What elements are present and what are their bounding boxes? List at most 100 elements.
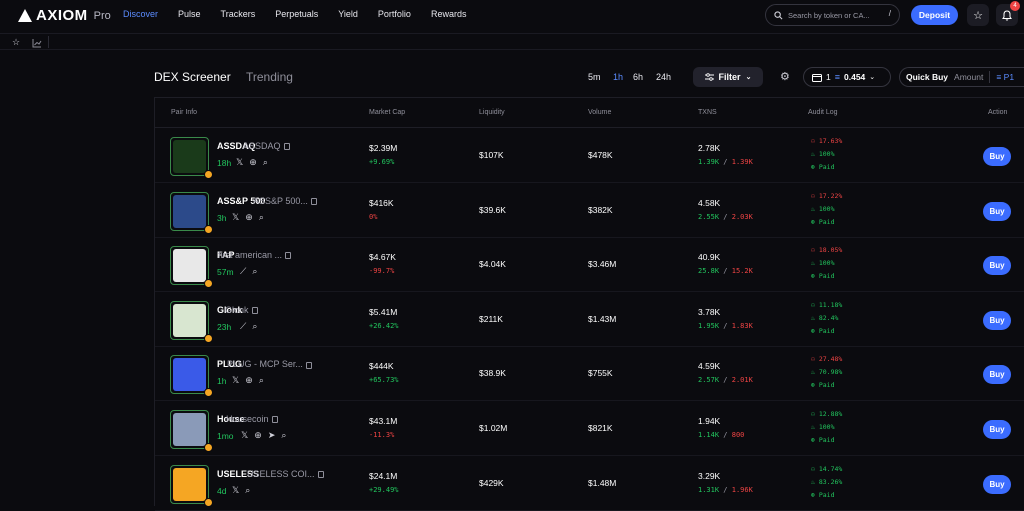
amount-input[interactable]: Amount [954,72,983,82]
token-image[interactable] [170,464,209,504]
nav-yield[interactable]: Yield [338,9,358,19]
copy-icon[interactable] [283,143,290,151]
filter-button[interactable]: Filter ⌄ [693,67,763,87]
table-row[interactable]: House Housecoin 1mo 𝕏 ⊕ ➤ ⌕ $43.1M -11.3% $… [155,402,1024,456]
buy-button[interactable]: Buy [983,147,1011,166]
col-audit-log[interactable]: Audit Log [808,109,838,116]
nav-portfolio[interactable]: Portfolio [378,9,411,19]
col-pair-info[interactable]: Pair Info [171,109,197,116]
search-icon[interactable]: ⌕ [259,375,264,386]
globe-icon[interactable]: ⊕ [245,212,253,223]
nav-trackers[interactable]: Trackers [221,9,256,19]
search-icon[interactable]: ⌕ [252,266,257,277]
x-icon[interactable]: 𝕏 [241,430,248,441]
globe-icon[interactable]: ⊕ [254,430,262,441]
search-input[interactable]: Search by token or CA... / [765,4,900,26]
pump-badge-icon [204,170,213,179]
nav-rewards[interactable]: Rewards [431,9,467,19]
nav-perpetuals[interactable]: Perpetuals [275,9,318,19]
search-icon[interactable]: ⌕ [252,321,257,332]
search-icon[interactable]: ⌕ [245,485,250,496]
buy-button[interactable]: Buy [983,201,1011,221]
timeframe-24h[interactable]: 24h [656,72,671,82]
volume-value: $755K [588,368,613,379]
pump-badge-icon [204,443,213,452]
x-icon[interactable]: 𝕏 [236,157,243,168]
buy-button[interactable]: Buy [983,256,1011,276]
sub-toolbar: ☆ [0,33,1024,50]
table-row[interactable]: PLUG PLUG - MCP Ser... 1h 𝕏 ⊕ ⌕ $444K +65.… [155,347,1024,402]
pump-icon[interactable]: ⟋ [240,266,246,277]
quick-buy-bar: Quick Buy Amount ≡ P1 [899,67,1024,87]
globe-icon[interactable]: ⊕ [245,375,253,386]
timeframe-1h[interactable]: 1h [613,72,623,82]
search-icon[interactable]: ⌕ [281,430,286,441]
copy-icon[interactable] [317,470,324,478]
favorites-star-icon[interactable]: ☆ [12,37,20,48]
buy-button[interactable]: Buy [983,365,1011,385]
timeframe-6h[interactable]: 6h [633,72,643,82]
watchlist-button[interactable]: ☆ [967,4,989,26]
liquidity-value: $107K [479,150,504,160]
table-row[interactable]: ASSDAQ ASSDAQ 18h 𝕏 ⊕ ⌕ $2.39M +9.69% $107… [155,129,1024,183]
token-image[interactable] [170,300,209,340]
market-cap-value: $24.1M [369,470,398,481]
txns-separator: / [719,376,732,385]
user-icon: ⚇ [811,246,819,255]
deposit-button[interactable]: Deposit [911,5,958,25]
buy-button[interactable]: Buy [983,420,1011,439]
telegram-icon[interactable]: ➤ [268,430,276,441]
search-icon[interactable]: ⌕ [259,212,264,223]
divider [989,71,991,83]
copy-icon[interactable] [305,361,312,369]
txns-split: 1.39K / 1.39K [698,158,753,166]
col-volume[interactable]: Volume [588,109,611,116]
audit-lp-burned: ♨ 82.4% [811,312,842,325]
audit-lp-burned: ♨ 83.26% [811,476,842,489]
buy-button[interactable]: Buy [983,474,1011,494]
txns-buys: 2.57K [698,376,720,385]
col-txns[interactable]: TXNS [698,109,717,116]
chart-icon[interactable] [32,38,42,48]
volume-value: $478K [588,150,613,160]
gear-icon[interactable]: ⚙ [780,70,790,83]
wallet-selector[interactable]: 1 ≡ 0.454 ⌄ [803,67,891,87]
liquidity-value: $211K [479,313,503,324]
token-image[interactable] [170,246,209,286]
copy-icon[interactable] [271,416,278,424]
paid-icon: ⊛ [811,217,819,226]
liquidity-value: $429K [479,477,504,488]
table-row[interactable]: Glonk Glonk 23h ⟋ ⌕ $5.41M +26.42% $211K … [155,293,1024,347]
token-image[interactable] [170,355,209,395]
tab-trending[interactable]: Trending [246,70,293,84]
logo[interactable]: AXIOM Pro [18,7,111,24]
nav-pulse[interactable]: Pulse [178,9,201,19]
globe-icon[interactable]: ⊕ [249,157,257,168]
pump-icon[interactable]: ⟋ [240,321,246,332]
x-icon[interactable]: 𝕏 [232,375,239,386]
col-liquidity[interactable]: Liquidity [479,109,505,116]
audit-lp-burned-value: 100% [818,423,835,431]
x-icon[interactable]: 𝕏 [232,485,239,496]
preset-p1-button[interactable]: ≡ P1 [996,72,1014,82]
copy-icon[interactable] [310,197,317,205]
pump-badge-icon [204,279,213,289]
txns-separator: / [719,212,732,221]
x-icon[interactable]: 𝕏 [232,212,239,223]
col-market-cap[interactable]: Market Cap [369,109,405,116]
token-image[interactable] [170,191,209,231]
notifications-button[interactable]: 4 [996,1,1020,26]
search-icon[interactable]: ⌕ [263,157,268,168]
copy-icon[interactable] [251,306,258,314]
buy-button[interactable]: Buy [983,310,1011,330]
copy-icon[interactable] [285,252,292,260]
table-row[interactable]: USELESS USELESS COI... 4d 𝕏 ⌕ $24.1M +29.… [155,457,1024,511]
table-row[interactable]: ASS&P 500 ASS&P 500... 3h 𝕏 ⊕ ⌕ $416K 0% $… [155,184,1024,238]
brand-suffix: Pro [93,9,111,22]
txns-separator: / [719,485,732,494]
table-row[interactable]: FAP first american ... 57m ⟋ ⌕ $4.67K -99… [155,238,1024,293]
timeframe-5m[interactable]: 5m [588,72,601,82]
nav-discover[interactable]: Discover [123,9,158,19]
token-image[interactable] [170,410,209,449]
token-image[interactable] [170,137,209,176]
